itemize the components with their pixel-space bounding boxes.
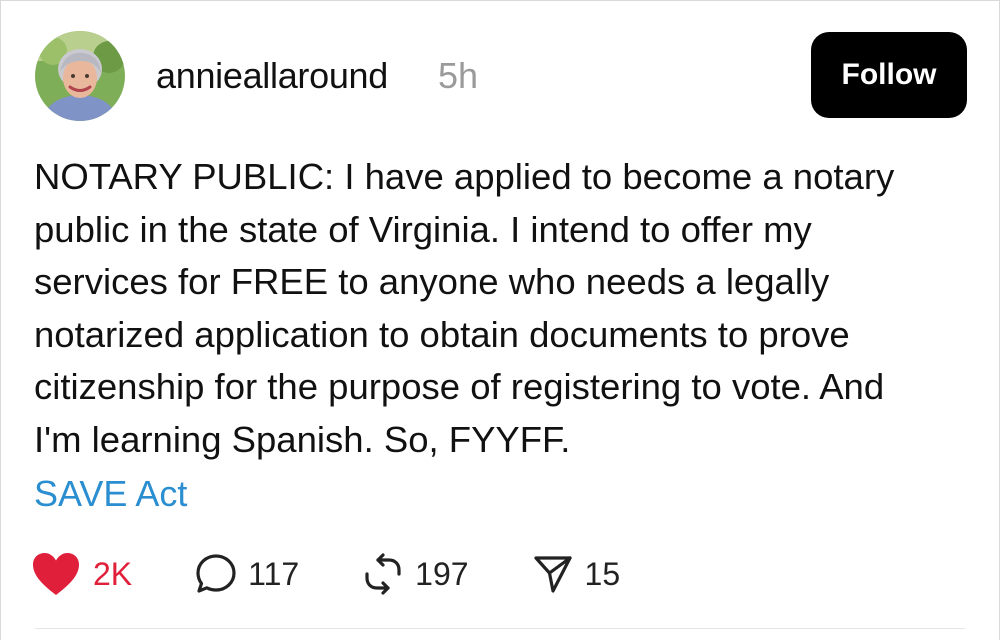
share-button[interactable]: 15 [531,552,621,596]
avatar[interactable] [35,31,125,121]
speech-bubble-icon [196,554,236,593]
follow-button[interactable]: Follow [811,32,967,118]
reply-count: 117 [248,555,300,592]
post-body-text: NOTARY PUBLIC: I have applied to become … [34,156,895,460]
heart-icon [33,553,79,595]
like-button[interactable]: 2K [31,551,132,597]
divider [35,628,965,629]
repost-button[interactable]: 197 [361,552,469,596]
send-paper-plane-icon [533,556,572,593]
like-count: 2K [93,555,133,592]
post-card: annieallaround 5h Follow NOTARY PUBLIC: … [0,0,1000,640]
repost-arrows-icon [365,553,401,595]
avatar-image [35,31,125,121]
post-timestamp: 5h [438,55,479,96]
author-username[interactable]: annieallaround [156,55,388,97]
repost-count: 197 [415,555,469,592]
post-actions-bar: 2K 117 197 15 [31,549,682,599]
share-count: 15 [584,555,621,592]
reply-button[interactable]: 117 [194,552,299,596]
topic-tag-link[interactable]: SAVE Act [34,473,187,515]
